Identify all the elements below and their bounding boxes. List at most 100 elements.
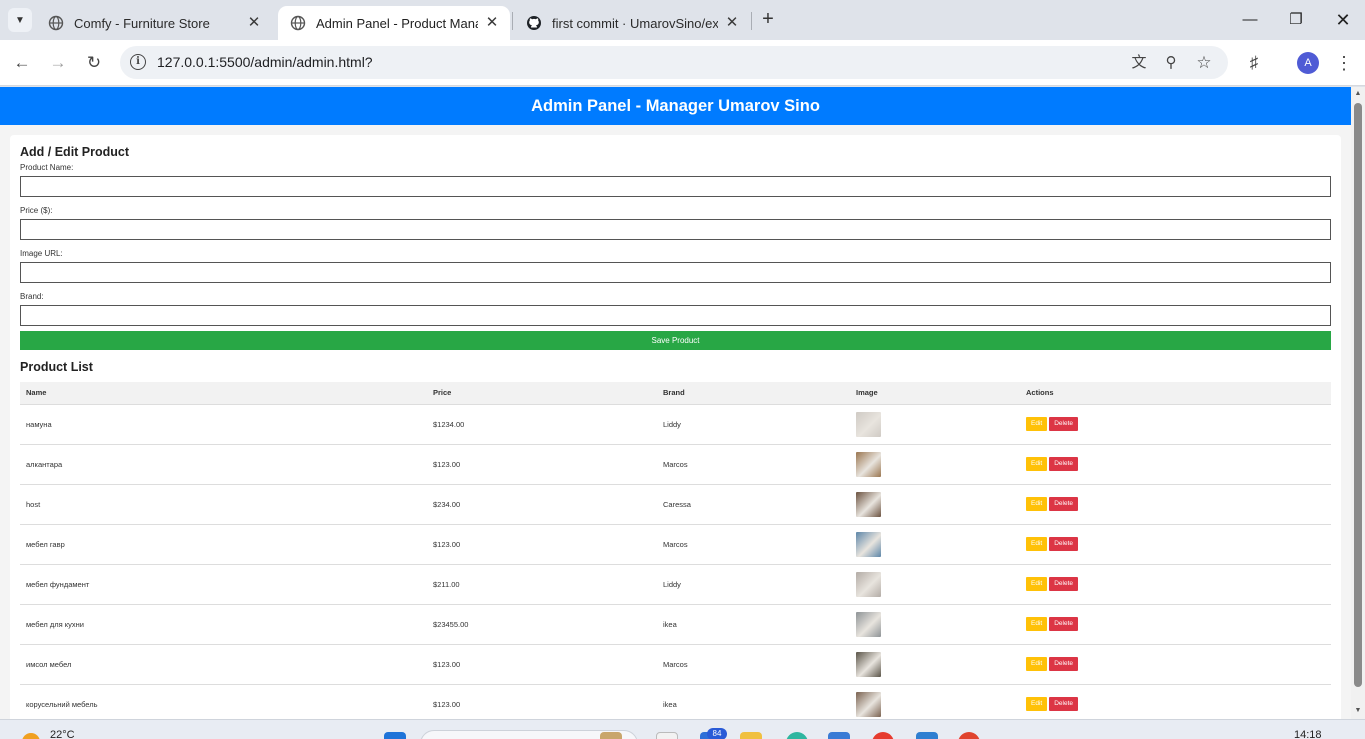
product-actions-cell: Edit Delete [1020,444,1331,485]
file-explorer-icon[interactable] [740,732,762,739]
minimize-icon: — [1242,11,1258,28]
task-view-icon[interactable] [656,732,678,739]
reload-button[interactable]: ↻ [82,51,106,75]
translate-icon[interactable]: 文 [1129,53,1149,73]
save-product-button[interactable]: Save Product [20,331,1331,350]
image-url-input[interactable] [20,262,1331,283]
tab-title: first commit · UmarovSino/exan [552,15,718,31]
bookmark-star-icon[interactable]: ☆ [1194,53,1214,73]
delete-button[interactable]: Delete [1049,697,1078,711]
scroll-up-icon[interactable]: ▲ [1354,90,1362,98]
vscode-icon[interactable] [916,732,938,739]
close-window-button[interactable]: ✕ [1331,8,1355,32]
edit-button[interactable]: Edit [1026,537,1048,551]
tab-github[interactable]: first commit · UmarovSino/exan ✕ [514,6,750,40]
product-thumbnail [856,611,881,637]
edit-button[interactable]: Edit [1026,577,1048,591]
product-image-cell [850,604,1020,645]
product-name-cell: мебел гавр [20,524,427,565]
chrome-icon[interactable] [958,732,980,739]
edge-icon[interactable] [786,732,808,739]
site-info-icon[interactable]: i [130,54,146,70]
column-header-actions: Actions [1020,382,1331,405]
page-viewport: Admin Panel - Manager Umarov Sino Add / … [0,87,1351,719]
tab-admin-panel[interactable]: Admin Panel - Product Manage ✕ [278,6,510,40]
weather-temperature[interactable]: 22°C [50,729,75,739]
table-header-row: Name Price Brand Image Actions [20,382,1331,405]
product-actions-cell: Edit Delete [1020,684,1331,719]
profile-avatar[interactable]: A [1297,52,1319,74]
delete-button[interactable]: Delete [1049,417,1078,431]
store-icon[interactable] [828,732,850,739]
scrollbar-thumb[interactable] [1354,103,1362,687]
product-thumbnail [856,531,881,557]
edit-button[interactable]: Edit [1026,657,1048,671]
forward-button[interactable]: → [46,51,70,75]
product-image-cell [850,564,1020,605]
price-input[interactable] [20,219,1331,240]
product-actions-cell: Edit Delete [1020,564,1331,605]
opera-icon[interactable] [872,732,894,739]
scroll-down-icon[interactable]: ▼ [1354,707,1362,715]
address-bar[interactable]: i 127.0.0.1:5500/admin/admin.html? 文 ⚲ ☆ [120,46,1228,79]
product-name-cell: мебел для кухни [20,604,427,645]
zoom-icon[interactable]: ⚲ [1161,53,1181,73]
product-name-cell: намуна [20,404,427,445]
extensions-button[interactable]: ♯ [1242,51,1266,75]
delete-button[interactable]: Delete [1049,657,1078,671]
delete-button[interactable]: Delete [1049,457,1078,471]
arrow-left-icon: ← [13,53,31,72]
taskbar-app-icon[interactable] [600,732,622,739]
close-icon[interactable]: ✕ [484,15,500,31]
product-price-cell: $211.00 [427,564,657,605]
product-brand-cell: Marcos [657,524,850,565]
edit-button[interactable]: Edit [1026,617,1048,631]
weather-icon[interactable] [22,733,40,739]
column-header-brand: Brand [657,382,850,405]
menu-button[interactable]: ⋮ [1334,51,1354,75]
product-thumbnail [856,451,881,477]
tab-comfy[interactable]: Comfy - Furniture Store ✕ [36,6,272,40]
minimize-button[interactable]: — [1238,8,1262,32]
chevron-down-icon: ▼ [15,14,25,26]
delete-button[interactable]: Delete [1049,497,1078,511]
notification-badge: 84 [707,728,727,739]
restore-button[interactable]: ❐ [1284,8,1308,32]
tab-search-button[interactable]: ▼ [8,8,32,32]
delete-button[interactable]: Delete [1049,617,1078,631]
product-price-cell: $123.00 [427,444,657,485]
product-image-cell [850,444,1020,485]
form-title: Add / Edit Product [20,145,130,159]
product-actions-cell: Edit Delete [1020,404,1331,445]
product-thumbnail [856,491,881,517]
close-icon[interactable]: ✕ [724,15,740,31]
table-row: мебел для кухни $23455.00 ikea Edit Delete [20,604,1331,645]
product-name-input[interactable] [20,176,1331,197]
product-brand-cell: Marcos [657,444,850,485]
page-title: Admin Panel - Manager Umarov Sino [0,87,1351,125]
new-tab-button[interactable]: + [758,9,778,31]
delete-button[interactable]: Delete [1049,537,1078,551]
edit-button[interactable]: Edit [1026,697,1048,711]
edit-button[interactable]: Edit [1026,457,1048,471]
edit-button[interactable]: Edit [1026,417,1048,431]
tab-strip: ▼ Comfy - Furniture Store ✕ Admin Panel … [0,0,1365,40]
taskbar-clock[interactable]: 14:18 [1294,729,1322,739]
close-icon[interactable]: ✕ [246,15,262,31]
table-row: host $234.00 Caressa Edit Delete [20,484,1331,525]
url-text[interactable]: 127.0.0.1:5500/admin/admin.html? [157,54,373,70]
edit-button[interactable]: Edit [1026,497,1048,511]
table-row: мебел гавр $123.00 Marcos Edit Delete [20,524,1331,565]
product-price-cell: $234.00 [427,484,657,525]
product-table: Name Price Brand Image Actions намуна $12… [20,382,1331,719]
column-header-image: Image [850,382,1020,405]
brand-input[interactable] [20,305,1331,326]
product-thumbnail [856,651,881,677]
globe-icon [48,15,64,31]
product-brand-cell: Liddy [657,404,850,445]
delete-button[interactable]: Delete [1049,577,1078,591]
back-button[interactable]: ← [10,51,34,75]
image-url-label: Image URL: [20,249,63,258]
page-scrollbar[interactable]: ▲ ▼ [1351,87,1365,719]
start-windows-icon[interactable] [384,732,406,739]
